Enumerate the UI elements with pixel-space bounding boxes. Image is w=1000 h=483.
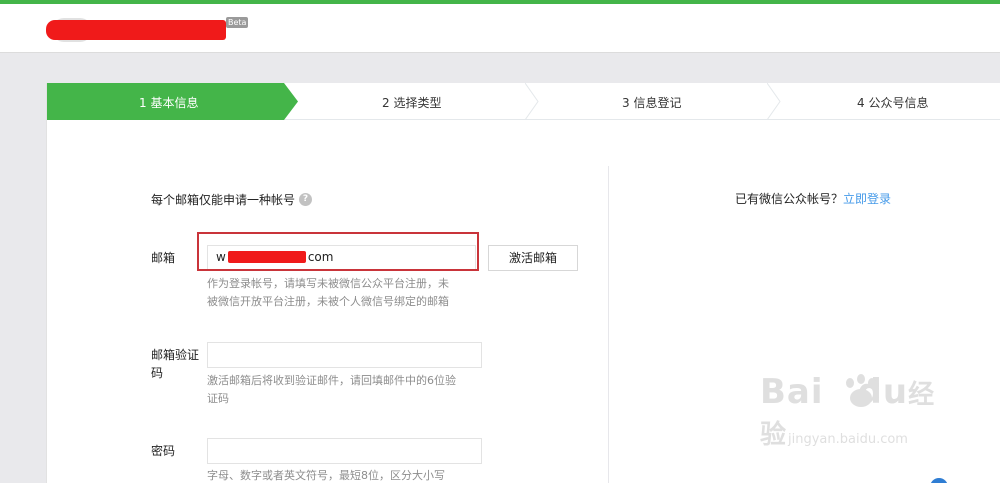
paw-icon [846,374,876,407]
email-help: 作为登录帐号，请填写未被微信公众平台注册，未 被微信开放平台注册，未被个人微信号… [207,275,449,311]
step-progress-bar: 1 基本信息 2 选择类型 3 信息登记 4 公众号信息 [47,83,1000,120]
form-intro-text: 每个邮箱仅能申请一种帐号 [151,193,296,207]
step-divider-icon [767,83,781,120]
header: Beta [0,4,1000,53]
column-divider [608,166,609,483]
form-intro: 每个邮箱仅能申请一种帐号 ? [151,191,313,208]
verification-code-field[interactable] [207,342,482,368]
verification-code-help-line1: 激活邮箱后将收到验证邮件，请回填邮件中的6位验 [207,374,456,387]
email-help-line1: 作为登录帐号，请填写未被微信公众平台注册，未 [207,277,449,290]
verification-code-label-line2: 码 [151,366,164,380]
question-icon[interactable]: ? [299,193,313,206]
password-help: 字母、数字或者英文符号，最短8位，区分大小写 [207,469,445,482]
email-label: 邮箱 [151,251,176,265]
watermark-url: jingyan.baidu.com [788,432,908,447]
logo[interactable] [46,16,228,42]
verification-code-help: 激活邮箱后将收到验证邮件，请回填邮件中的6位验 证码 [207,372,456,408]
step-1-label: 1 基本信息 [139,96,199,110]
highlight-box [197,232,479,271]
step-3-label: 3 信息登记 [622,96,682,110]
step-2-label: 2 选择类型 [382,96,442,110]
existing-account-text: 已有微信公众帐号？ [735,192,844,206]
beta-badge: Beta [226,17,249,28]
existing-account-hint: 已有微信公众帐号？立即登录 [735,190,891,207]
password-field[interactable] [207,438,482,464]
verification-code-help-line2: 证码 [207,392,229,405]
password-label: 密码 [151,444,176,458]
email-help-line2: 被微信开放平台注册，未被个人微信号绑定的邮箱 [207,295,449,308]
login-link[interactable]: 立即登录 [843,192,891,206]
baidu-jingyan-watermark: Bai du经验 jingyan.baidu.com [760,372,960,467]
activate-email-button[interactable]: 激活邮箱 [488,245,578,271]
step-divider-icon [525,83,539,120]
step-4-label: 4 公众号信息 [857,96,929,110]
redacted-logo-text [46,20,226,40]
verification-code-label: 邮箱验证 码 [151,346,199,382]
verification-code-label-line1: 邮箱验证 [151,348,200,362]
